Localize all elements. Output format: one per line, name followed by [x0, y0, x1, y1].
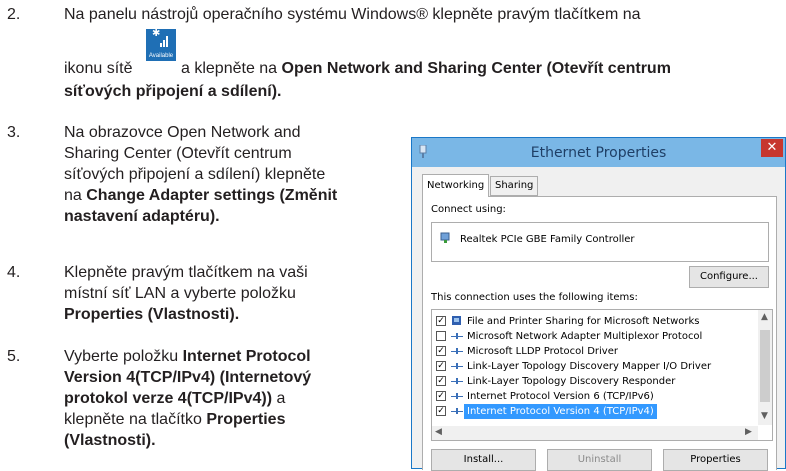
networking-panel: Connect using: Realtek PCIe GBE Family C…: [422, 196, 777, 471]
properties-button[interactable]: Properties: [663, 449, 768, 471]
step-text-bold: Change Adapter settings (Změnit: [86, 187, 338, 204]
adapter-name: Realtek PCIe GBE Family Controller: [460, 234, 635, 245]
protocol-icon: [451, 363, 463, 369]
step-2: 2. Na panelu nástrojů operačního systému…: [0, 0, 786, 110]
step-text: klepněte na tlačítko Properties: [64, 409, 311, 430]
step-text: a klepněte na Open Network and Sharing C…: [181, 58, 671, 79]
scroll-right-icon[interactable]: ▶: [745, 427, 752, 437]
step-text-part: a: [276, 390, 286, 407]
step-text: nastavení adaptéru).: [64, 206, 337, 227]
checkbox[interactable]: ✓: [436, 406, 446, 416]
step-text: Properties (Vlastnosti).: [64, 304, 308, 325]
protocol-icon: [451, 408, 463, 414]
step-4: 4. Klepněte pravým tlačítkem na vaši mís…: [0, 262, 400, 328]
network-available-icon: ✱ Available: [146, 29, 176, 61]
protocol-icon: [451, 348, 463, 354]
list-item-label: Microsoft Network Adapter Multiplexor Pr…: [467, 331, 703, 342]
title-bar[interactable]: Ethernet Properties ✕: [412, 138, 785, 167]
step-number: 3.: [7, 124, 21, 141]
scroll-down-icon[interactable]: ▼: [761, 411, 768, 421]
step-text-part: a klepněte na: [181, 60, 278, 77]
step-text: Na obrazovce Open Network and: [64, 124, 301, 141]
step-number: 2.: [7, 6, 21, 23]
step-text-bold: Version 4(TCP/IPv4) (Internetový: [64, 369, 312, 386]
wifi-signal-icon: [155, 33, 169, 47]
step-text-part: klepněte na tlačítko: [64, 411, 202, 428]
checkbox[interactable]: [436, 331, 446, 341]
adapter-field: Realtek PCIe GBE Family Controller: [431, 222, 769, 262]
step-text: Version 4(TCP/IPv4) (Internetový: [64, 367, 311, 388]
checkbox[interactable]: ✓: [436, 361, 446, 371]
configure-button[interactable]: Configure...: [689, 266, 769, 288]
scroll-up-icon[interactable]: ▲: [761, 312, 768, 322]
step-text-bold: nastavení adaptéru).: [64, 208, 220, 225]
checkbox[interactable]: ✓: [436, 391, 446, 401]
step-text: Klepněte pravým tlačítkem na vaši: [64, 264, 308, 281]
dialog-title: Ethernet Properties: [530, 145, 667, 161]
step-text-bold: protokol verze 4(TCP/IPv4)): [64, 390, 273, 407]
step-text: protokol verze 4(TCP/IPv4)) a: [64, 388, 311, 409]
scroll-left-icon[interactable]: ◀: [435, 427, 442, 437]
checkbox[interactable]: ✓: [436, 346, 446, 356]
step-text-bold: Properties: [206, 411, 286, 428]
step-text-bold: Open Network and Sharing Center (Otevřít…: [281, 60, 671, 77]
step-text-bold: Internet Protocol: [182, 348, 311, 365]
close-button[interactable]: ✕: [761, 139, 783, 157]
scroll-thumb[interactable]: [760, 330, 770, 402]
checkbox[interactable]: ✓: [436, 316, 446, 326]
uninstall-button[interactable]: Uninstall: [547, 449, 652, 471]
step-text-bold: Properties (Vlastnosti).: [64, 306, 240, 323]
network-icon-label: Available: [148, 53, 174, 59]
items-label: This connection uses the following items…: [431, 292, 638, 303]
step-text-part: na: [64, 187, 82, 204]
list-item-label: Internet Protocol Version 6 (TCP/IPv6): [467, 391, 654, 402]
step-text-block: Klepněte pravým tlačítkem na vaši místní…: [64, 262, 308, 325]
protocol-icon: [451, 378, 463, 384]
step-text: na Change Adapter settings (Změnit: [64, 185, 337, 206]
ethernet-properties-dialog: Ethernet Properties ✕ Networking Sharing…: [411, 137, 786, 471]
step-text: místní síť LAN a vyberte položku: [64, 285, 296, 302]
step-number: 5.: [7, 348, 21, 365]
components-list[interactable]: ✓ File and Printer Sharing for Microsoft…: [431, 309, 773, 441]
connect-using-label: Connect using:: [431, 204, 506, 215]
step-text: Vyberte položku Internet Protocol: [64, 346, 311, 367]
protocol-icon: [451, 333, 463, 339]
step-text-part: Vyberte položku: [64, 348, 179, 365]
step-text-bold: (Vlastnosti).: [64, 432, 156, 449]
tab-networking[interactable]: Networking: [422, 174, 490, 197]
network-card-icon: [440, 232, 450, 243]
step-text: (Vlastnosti).: [64, 430, 311, 451]
step-text: ikonu sítě: [64, 60, 133, 77]
checkbox[interactable]: ✓: [436, 376, 446, 386]
step-text-block: Na obrazovce Open Network and Sharing Ce…: [64, 122, 337, 227]
step-text-block: Vyberte položku Internet Protocol Versio…: [64, 346, 311, 451]
step-text: Sharing Center (Otevřít centrum: [64, 145, 292, 162]
list-item-label: Link-Layer Topology Discovery Responder: [467, 376, 676, 387]
list-item-label: File and Printer Sharing for Microsoft N…: [467, 316, 700, 327]
list-item-label: Link-Layer Topology Discovery Mapper I/O…: [467, 361, 712, 372]
horizontal-scrollbar[interactable]: ◀ ▶: [432, 426, 758, 440]
list-item-label: Internet Protocol Version 4 (TCP/IPv4): [464, 404, 657, 419]
step-number: 4.: [7, 264, 21, 281]
printer-sharing-icon: [452, 316, 461, 325]
step-text-bold: síťových připojení a sdílení).: [64, 83, 282, 100]
protocol-icon: [451, 393, 463, 399]
tab-sharing[interactable]: Sharing: [490, 176, 539, 196]
step-5: 5. Vyberte položku Internet Protocol Ver…: [0, 346, 400, 469]
list-item-label: Microsoft LLDP Protocol Driver: [467, 346, 618, 357]
step-3: 3. Na obrazovce Open Network and Sharing…: [0, 122, 400, 225]
step-text: Na panelu nástrojů operačního systému Wi…: [64, 6, 641, 23]
install-button[interactable]: Install...: [431, 449, 536, 471]
vertical-scrollbar[interactable]: ▲ ▼: [758, 310, 772, 425]
step-text: síťových připojení a sdílení) klepněte: [64, 166, 326, 183]
